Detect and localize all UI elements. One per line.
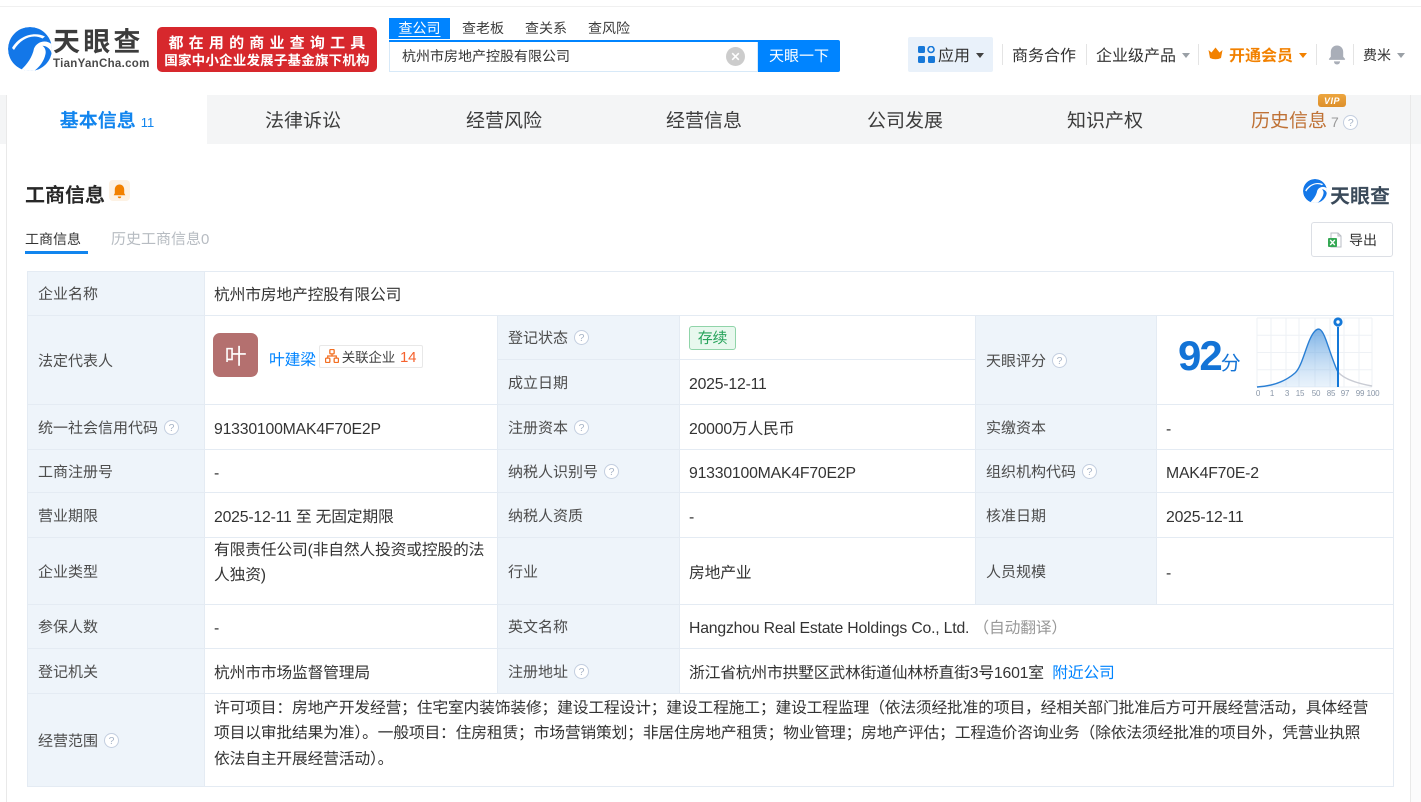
svg-text:99: 99 (1356, 388, 1365, 399)
svg-text:3: 3 (1285, 388, 1290, 399)
svg-text:0: 0 (1256, 388, 1261, 399)
svg-text:97: 97 (1341, 388, 1350, 399)
svg-text:85: 85 (1327, 388, 1336, 399)
svg-text:100: 100 (1367, 388, 1380, 399)
svg-text:1: 1 (1270, 388, 1275, 399)
svg-text:50: 50 (1312, 388, 1321, 399)
svg-text:15: 15 (1296, 388, 1305, 399)
